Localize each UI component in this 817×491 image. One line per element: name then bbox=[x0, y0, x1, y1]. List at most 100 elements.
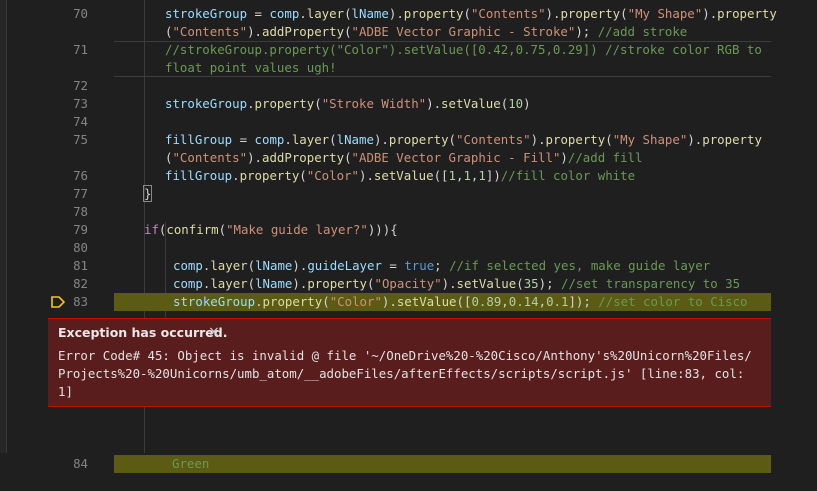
code-line: 75 fillGroup = comp.layer(lName).property… bbox=[0, 131, 817, 149]
code-token: comp bbox=[173, 276, 203, 291]
code-token: "Make guide layer?" bbox=[226, 222, 368, 237]
code-token: ). bbox=[702, 6, 718, 21]
code-token: ( bbox=[344, 6, 352, 21]
code-token: property bbox=[560, 6, 621, 21]
code-token: 0.14 bbox=[508, 294, 539, 309]
code-token: "ADBE Vector Graphic - Fill" bbox=[351, 150, 561, 165]
code-token: ( bbox=[344, 150, 352, 165]
code-token: lName bbox=[351, 6, 389, 21]
code-line: 81 comp.layer(lName).guideLayer = true; /… bbox=[0, 257, 817, 275]
code-token: guideLayer bbox=[307, 258, 382, 273]
code-token: "ADBE Vector Graphic - Stroke" bbox=[351, 24, 576, 39]
line-number: 81 bbox=[73, 258, 88, 273]
line-number: 70 bbox=[73, 6, 88, 21]
code-token: addProperty bbox=[262, 150, 345, 165]
code-token: fillGroup bbox=[165, 132, 233, 147]
current-line-highlight bbox=[114, 455, 771, 473]
code-token: 10 bbox=[508, 96, 524, 111]
code-text: strokeGroup = comp.layer(lName).property… bbox=[165, 5, 777, 23]
code-token: , bbox=[501, 294, 509, 309]
line-number: 79 bbox=[73, 222, 88, 237]
code-token: ). bbox=[530, 132, 546, 147]
code-token: "Color" bbox=[306, 168, 359, 183]
debug-current-line-icon[interactable] bbox=[51, 296, 65, 308]
exception-widget: Exception has occurred. × Error Code# 45… bbox=[48, 318, 771, 407]
line-number: 76 bbox=[73, 168, 88, 183]
code-token: , bbox=[538, 294, 547, 309]
code-token: ( bbox=[218, 222, 227, 237]
code-token: property bbox=[545, 132, 606, 147]
code-token: "Color" bbox=[329, 294, 382, 309]
code-comment: //set color to Cisco bbox=[598, 294, 748, 309]
code-token: . bbox=[247, 96, 255, 111]
line-number: 78 bbox=[73, 204, 88, 219]
code-token: property bbox=[307, 276, 368, 291]
code-token: "My Shape" bbox=[612, 132, 688, 147]
code-token: property bbox=[262, 294, 323, 309]
code-token: "Opacity" bbox=[374, 276, 442, 291]
exception-title: Exception has occurred. bbox=[58, 325, 228, 340]
code-token: setValue bbox=[441, 96, 501, 111]
code-token: ; bbox=[434, 258, 450, 273]
code-text: ("Contents").addProperty("ADBE Vector Gr… bbox=[165, 149, 642, 167]
code-token: ); bbox=[538, 276, 562, 291]
line-number: 82 bbox=[73, 276, 88, 291]
code-token: 1 bbox=[463, 168, 471, 183]
code-token: comp bbox=[254, 132, 285, 147]
code-line: 72 bbox=[0, 77, 817, 95]
code-token: setValue bbox=[373, 168, 434, 183]
close-icon[interactable]: × bbox=[208, 324, 220, 340]
code-line: 76 fillGroup.property("Color").setValue([… bbox=[0, 167, 817, 185]
code-line: ("Contents").addProperty("ADBE Vector Gr… bbox=[0, 23, 817, 41]
code-token: property bbox=[717, 6, 777, 21]
code-line: 74 bbox=[0, 113, 817, 131]
code-token: ( bbox=[463, 6, 471, 21]
code-line: 80 bbox=[0, 239, 817, 257]
code-line: 84 bbox=[0, 437, 817, 471]
code-token: if bbox=[144, 222, 159, 237]
code-editor[interactable]: 70 strokeGroup = comp.layer(lName).proper… bbox=[0, 0, 817, 473]
code-line: Green bbox=[0, 419, 817, 473]
code-token: = bbox=[232, 132, 255, 147]
code-comment: //if selected yes, make guide layer bbox=[449, 258, 711, 273]
code-token: . bbox=[232, 168, 240, 183]
code-token: property bbox=[403, 6, 464, 21]
code-token: ). bbox=[292, 276, 308, 291]
code-token: . bbox=[255, 294, 263, 309]
code-token: strokeGroup bbox=[173, 294, 256, 309]
code-token: lName bbox=[336, 132, 374, 147]
code-token: } bbox=[142, 185, 153, 202]
code-token: ). bbox=[687, 132, 703, 147]
code-text: strokeGroup.property("Stroke Width").set… bbox=[165, 95, 531, 113]
code-token: lName bbox=[255, 258, 293, 273]
line-number: 72 bbox=[73, 78, 88, 93]
code-text: } bbox=[142, 185, 153, 203]
code-token: layer bbox=[210, 276, 248, 291]
code-token: ( bbox=[299, 168, 307, 183]
code-token: layer bbox=[291, 132, 330, 147]
code-token: ( bbox=[344, 24, 352, 39]
line-number: 83 bbox=[73, 294, 88, 309]
code-token: ( bbox=[516, 276, 524, 291]
line-number: 73 bbox=[73, 96, 88, 111]
code-comment: //add fill bbox=[567, 150, 643, 165]
code-token: ). bbox=[381, 294, 397, 309]
code-token: 1 bbox=[448, 168, 456, 183]
code-token: strokeGroup bbox=[165, 96, 248, 111]
code-text: Green bbox=[172, 456, 210, 471]
code-token: ))){ bbox=[367, 222, 398, 237]
line-number: 75 bbox=[73, 132, 88, 147]
code-token: 1 bbox=[478, 168, 486, 183]
code-comment: //set transparency to 35 bbox=[561, 276, 741, 291]
code-token: ). bbox=[545, 6, 561, 21]
code-token: ( bbox=[322, 294, 330, 309]
code-token: "Contents" bbox=[172, 150, 248, 165]
code-token: comp bbox=[269, 6, 300, 21]
line-number: 80 bbox=[73, 240, 88, 255]
code-token: ]) bbox=[485, 168, 501, 183]
code-text: fillGroup.property("Color").setValue([1,… bbox=[165, 167, 635, 185]
code-token: ). bbox=[292, 258, 308, 273]
code-token: layer bbox=[306, 6, 345, 21]
code-token: property bbox=[254, 96, 315, 111]
code-text: strokeGroup.property("Color").setValue([… bbox=[173, 293, 748, 311]
